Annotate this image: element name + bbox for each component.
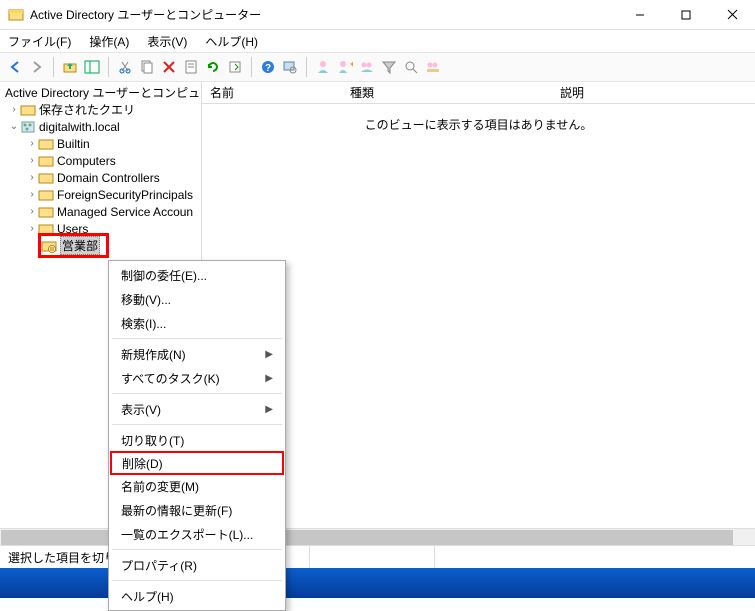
menu-file[interactable]: ファイル(F) xyxy=(6,32,73,51)
back-icon[interactable] xyxy=(6,58,24,76)
ctx-new[interactable]: 新規作成(N)▶ xyxy=(111,342,283,366)
copy-icon[interactable] xyxy=(138,58,156,76)
highlight-selected: 営業部 xyxy=(38,233,109,258)
toolbar: ? ✶ xyxy=(0,52,755,82)
query-icon[interactable] xyxy=(402,58,420,76)
col-name[interactable]: 名前 xyxy=(202,84,342,101)
ctx-refresh[interactable]: 最新の情報に更新(F) xyxy=(111,498,283,522)
close-button[interactable] xyxy=(709,0,755,29)
properties-icon[interactable] xyxy=(182,58,200,76)
submenu-arrow-icon: ▶ xyxy=(265,349,273,360)
expand-icon[interactable]: › xyxy=(26,138,38,149)
list-header: 名前 種類 説明 xyxy=(202,82,755,104)
maximize-button[interactable] xyxy=(663,0,709,29)
user-icon[interactable] xyxy=(314,58,332,76)
ctx-cut[interactable]: 切り取り(T) xyxy=(111,428,283,452)
ctx-properties[interactable]: プロパティ(R) xyxy=(111,553,283,577)
add-user-icon[interactable]: ✶ xyxy=(336,58,354,76)
find-icon[interactable] xyxy=(281,58,299,76)
advanced-users-icon[interactable] xyxy=(424,58,442,76)
ctx-all-tasks[interactable]: すべてのタスク(K)▶ xyxy=(111,366,283,390)
expand-icon[interactable]: › xyxy=(8,104,20,115)
export-list-icon[interactable] xyxy=(226,58,244,76)
status-cell-2 xyxy=(310,546,435,568)
expand-icon[interactable]: › xyxy=(26,172,38,183)
ctx-find[interactable]: 検索(I)... xyxy=(111,311,283,335)
expand-icon[interactable]: › xyxy=(26,223,38,234)
ctx-delegate[interactable]: 制御の委任(E)... xyxy=(111,263,283,287)
tree-root[interactable]: Active Directory ユーザーとコンピュー xyxy=(2,84,201,101)
tree-node-builtin[interactable]: ›Builtin xyxy=(26,135,201,152)
tree-node-computers[interactable]: ›Computers xyxy=(26,152,201,169)
titlebar: Active Directory ユーザーとコンピューター xyxy=(0,0,755,30)
up-folder-icon[interactable] xyxy=(61,58,79,76)
menu-help[interactable]: ヘルプ(H) xyxy=(203,32,260,51)
submenu-arrow-icon: ▶ xyxy=(265,373,273,384)
ctx-rename[interactable]: 名前の変更(M) xyxy=(111,474,283,498)
expand-icon[interactable]: › xyxy=(26,189,38,200)
ou-icon xyxy=(41,238,57,254)
tree-node-msa[interactable]: ›Managed Service Accoun xyxy=(26,203,201,220)
add-group-icon[interactable] xyxy=(358,58,376,76)
forward-icon[interactable] xyxy=(28,58,46,76)
context-menu: 制御の委任(E)... 移動(V)... 検索(I)... 新規作成(N)▶ す… xyxy=(108,260,286,611)
svg-text:✶: ✶ xyxy=(349,60,353,69)
ctx-view[interactable]: 表示(V)▶ xyxy=(111,397,283,421)
show-hide-tree-icon[interactable] xyxy=(83,58,101,76)
app-icon xyxy=(8,7,24,23)
menubar: ファイル(F) 操作(A) 表示(V) ヘルプ(H) xyxy=(0,30,755,52)
collapse-icon[interactable]: ⌄ xyxy=(8,121,20,132)
minimize-button[interactable] xyxy=(617,0,663,29)
refresh-icon[interactable] xyxy=(204,58,222,76)
ctx-export-list[interactable]: 一覧のエクスポート(L)... xyxy=(111,522,283,546)
window-title: Active Directory ユーザーとコンピューター xyxy=(30,6,617,23)
tree-node-fsp[interactable]: ›ForeignSecurityPrincipals xyxy=(26,186,201,203)
tree-node-domain-controllers[interactable]: ›Domain Controllers xyxy=(26,169,201,186)
tree-saved-queries[interactable]: › 保存されたクエリ xyxy=(2,101,201,118)
expand-icon[interactable]: › xyxy=(26,155,38,166)
svg-text:?: ? xyxy=(265,63,271,74)
delete-icon[interactable] xyxy=(160,58,178,76)
cut-icon[interactable] xyxy=(116,58,134,76)
tree-node-sales-ou[interactable]: 営業部 xyxy=(26,237,201,254)
filter-icon[interactable] xyxy=(380,58,398,76)
help-icon[interactable]: ? xyxy=(259,58,277,76)
col-type[interactable]: 種類 xyxy=(342,84,552,101)
tree-domain[interactable]: ⌄ digitalwith.local xyxy=(2,118,201,135)
col-desc[interactable]: 説明 xyxy=(552,84,755,101)
ctx-move[interactable]: 移動(V)... xyxy=(111,287,283,311)
expand-icon[interactable]: › xyxy=(26,206,38,217)
ctx-delete[interactable]: 削除(D) xyxy=(110,451,284,475)
ctx-help[interactable]: ヘルプ(H) xyxy=(111,584,283,608)
empty-message: このビューに表示する項目はありません。 xyxy=(202,116,755,133)
status-cell-3 xyxy=(435,546,755,568)
menu-action[interactable]: 操作(A) xyxy=(87,32,131,51)
menu-view[interactable]: 表示(V) xyxy=(145,32,189,51)
submenu-arrow-icon: ▶ xyxy=(265,404,273,415)
